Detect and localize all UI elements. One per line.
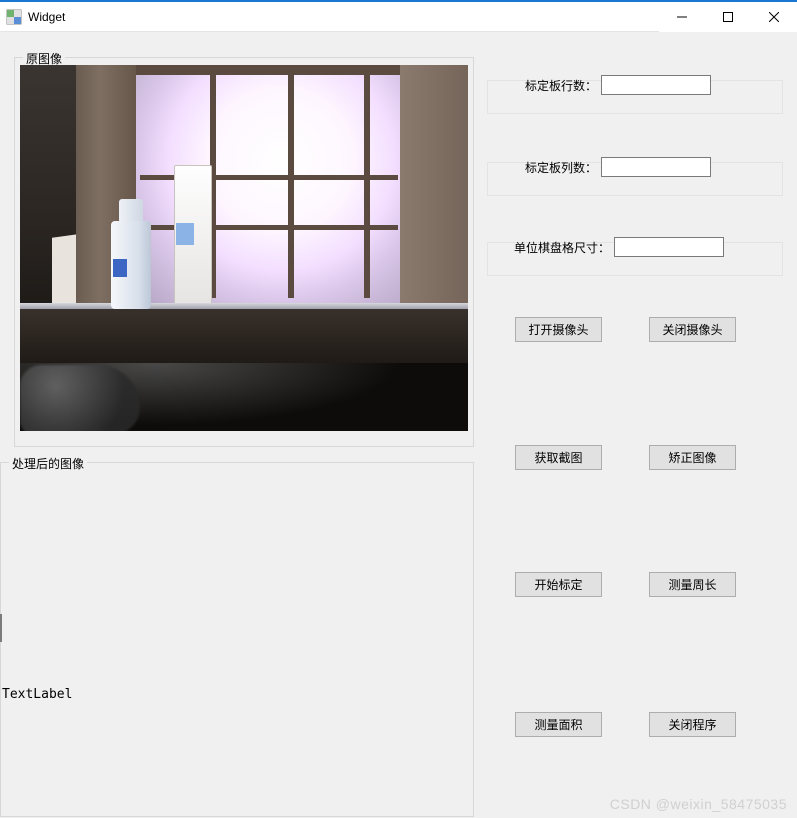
input-board-rows[interactable] xyxy=(601,75,711,95)
capture-button[interactable]: 获取截图 xyxy=(515,445,602,470)
input-board-cols[interactable] xyxy=(601,157,711,177)
close-camera-button[interactable]: 关闭摄像头 xyxy=(649,317,736,342)
client-area: 原图像 xyxy=(0,32,797,818)
maximize-button[interactable] xyxy=(705,2,751,32)
group-processed-legend: 处理后的图像 xyxy=(9,455,87,472)
label-square-size: 单位棋盘格尺寸： xyxy=(514,239,610,256)
measure-area-button[interactable]: 测量面积 xyxy=(515,712,602,737)
open-camera-button[interactable]: 打开摄像头 xyxy=(515,317,602,342)
maximize-icon xyxy=(723,12,733,22)
close-icon xyxy=(769,12,779,22)
left-edge-marker xyxy=(0,614,2,642)
start-calibration-button[interactable]: 开始标定 xyxy=(515,572,602,597)
original-image-view xyxy=(20,65,468,431)
field-row-square: 单位棋盘格尺寸： xyxy=(514,236,724,258)
group-original-image: 原图像 xyxy=(14,57,474,447)
app-window: Widget 原图像 xyxy=(0,0,797,818)
minimize-button[interactable] xyxy=(659,2,705,32)
camera-scene xyxy=(20,65,468,431)
window-title: Widget xyxy=(28,10,65,24)
text-label: TextLabel xyxy=(2,687,72,702)
group-processed-image: 处理后的图像 xyxy=(0,462,474,817)
field-row-cols: 标定板列数： xyxy=(525,156,711,178)
close-program-button[interactable]: 关闭程序 xyxy=(649,712,736,737)
measure-perimeter-button[interactable]: 测量周长 xyxy=(649,572,736,597)
watermark: CSDN @weixin_58475035 xyxy=(610,796,787,812)
label-board-rows: 标定板行数： xyxy=(525,77,597,94)
rectify-button[interactable]: 矫正图像 xyxy=(649,445,736,470)
minimize-icon xyxy=(677,12,687,22)
input-square-size[interactable] xyxy=(614,237,724,257)
close-window-button[interactable] xyxy=(751,2,797,32)
field-row-rows: 标定板行数： xyxy=(525,74,711,96)
app-icon xyxy=(6,9,22,25)
label-board-cols: 标定板列数： xyxy=(525,159,597,176)
titlebar: Widget xyxy=(0,2,797,32)
